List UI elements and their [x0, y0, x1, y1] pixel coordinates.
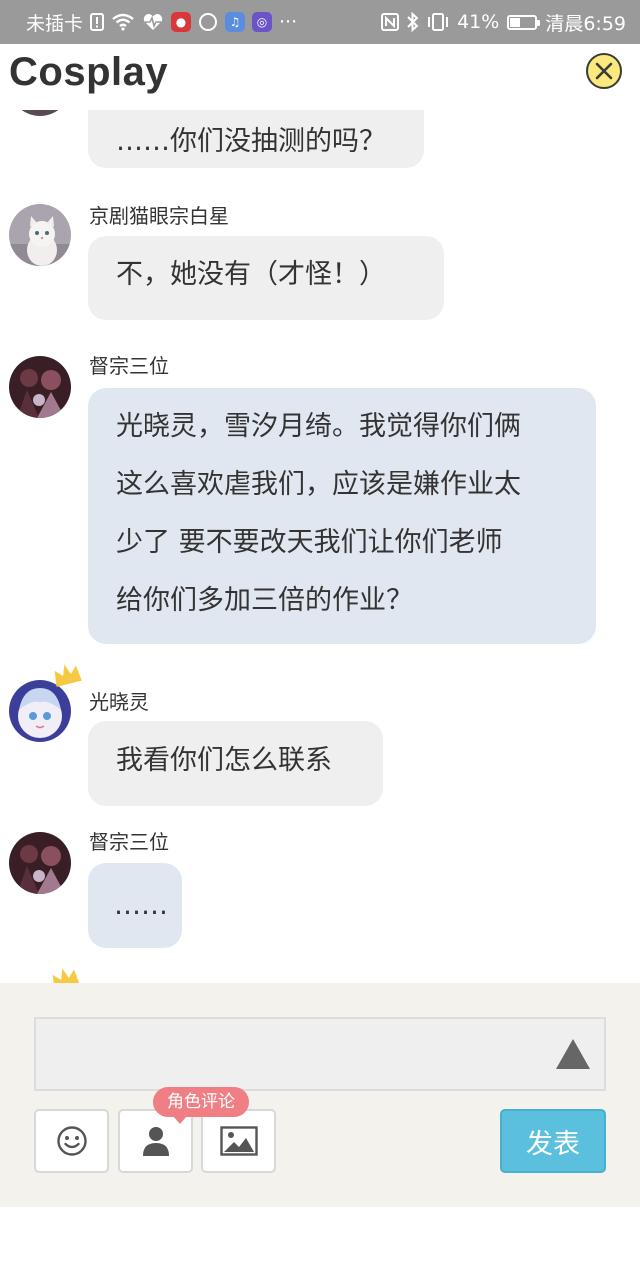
smiley-icon	[56, 1126, 87, 1156]
avatar[interactable]	[9, 356, 71, 418]
close-button[interactable]	[586, 53, 622, 89]
role-comment-tooltip: 角色评论	[153, 1087, 249, 1124]
more-notifications: ···	[279, 11, 298, 33]
message-bubble: 我看你们怎么联系	[88, 721, 383, 806]
crown-icon	[52, 968, 80, 983]
comment-input[interactable]	[34, 1017, 606, 1091]
message-line: 少了 要不要改天我们让你们老师	[116, 527, 503, 558]
post-button[interactable]: 发表	[500, 1109, 606, 1173]
message-bubble: 光晓灵，雪汐月绮。我觉得你们俩 这么喜欢虐我们，应该是嫌作业太 少了 要不要改天…	[88, 388, 596, 644]
app-header: Cosplay	[0, 44, 640, 110]
app-icon-purple: ◎	[252, 12, 273, 32]
app-icon-red: ●	[171, 12, 192, 32]
sim-alert-icon	[90, 13, 105, 31]
person-icon	[142, 1127, 169, 1156]
vibrate-icon	[427, 13, 449, 31]
browser-icon	[198, 12, 218, 32]
image-button[interactable]	[201, 1109, 276, 1173]
message-line: 这么喜欢虐我们，应该是嫌作业太	[116, 469, 521, 500]
message-bubble: ……	[88, 863, 182, 948]
carrier-label: 未插卡	[26, 12, 84, 35]
sender-name: 京剧猫眼宗白星	[89, 204, 229, 228]
message-bubble: 不，她没有（才怪！）	[88, 236, 444, 320]
avatar[interactable]	[9, 110, 71, 116]
page-title: Cosplay	[9, 50, 169, 94]
battery-icon	[507, 14, 541, 30]
clock: 清晨6:59	[545, 12, 626, 35]
avatar[interactable]	[9, 680, 71, 742]
close-icon	[595, 62, 613, 80]
message-line: 给你们多加三倍的作业？	[116, 585, 413, 616]
chat-list[interactable]: ……你们没抽测的吗？ 京剧猫眼宗白星 不，她没有（才怪！） 督宗三位 光晓灵，雪…	[0, 110, 640, 983]
composer-bar: 角色评论 发表	[0, 983, 640, 1207]
emoji-button[interactable]	[34, 1109, 109, 1173]
avatar[interactable]	[9, 204, 71, 266]
avatar[interactable]	[9, 832, 71, 894]
crown-icon	[54, 664, 82, 687]
heart-rate-icon	[142, 13, 164, 31]
wifi-icon	[111, 13, 135, 31]
image-icon	[219, 1126, 258, 1156]
sender-name: 督宗三位	[89, 830, 169, 854]
sender-name: 督宗三位	[89, 354, 169, 378]
nfc-icon	[381, 13, 400, 31]
message-line: 光晓灵，雪汐月绮。我觉得你们俩	[116, 411, 521, 442]
sender-name: 光晓灵	[89, 690, 149, 714]
battery-percent: 41%	[457, 11, 500, 33]
bluetooth-icon	[407, 12, 419, 32]
music-icon: ♫	[225, 12, 246, 32]
status-bar: 未插卡 ● ♫ ◎ ··· 41% 清晨6:59	[0, 0, 640, 44]
message-bubble: ……你们没抽测的吗？	[88, 110, 424, 168]
